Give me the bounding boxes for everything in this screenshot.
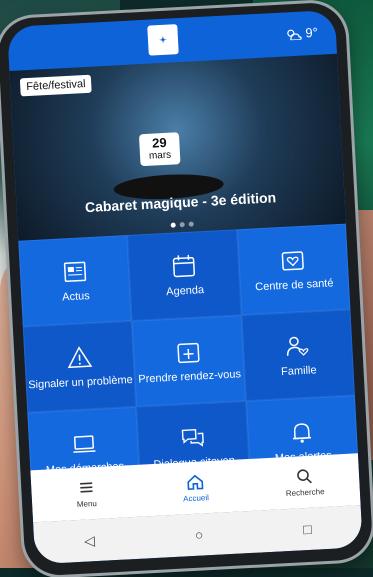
- appointment-icon: [175, 338, 202, 365]
- tile-label: Agenda: [166, 284, 205, 298]
- tile-label: Famille: [281, 364, 317, 378]
- event-date-badge: 29 mars: [139, 132, 181, 166]
- bell-icon: [288, 418, 315, 445]
- tile-label: Prendre rendez-vous: [138, 368, 241, 385]
- tile-actus[interactable]: Actus: [18, 235, 132, 327]
- recents-icon[interactable]: □: [303, 521, 312, 537]
- carousel-dot[interactable]: [179, 222, 184, 227]
- phone-screen: ✦ 9° Fête/festival 29 mars Cabaret magiq…: [7, 10, 363, 564]
- health-center-icon: [279, 247, 306, 274]
- tile-prendre-rendez-vous[interactable]: Prendre rendez-vous: [132, 315, 246, 407]
- temperature: 9°: [305, 25, 318, 41]
- tile-signaler-probleme[interactable]: Signaler un problème: [23, 321, 137, 413]
- laptop-icon: [70, 430, 97, 457]
- warning-icon: [66, 344, 93, 371]
- back-icon[interactable]: ◁: [84, 532, 96, 550]
- tile-label: Signaler un problème: [28, 374, 133, 391]
- partly-cloudy-icon: [285, 27, 302, 40]
- phone-frame: ✦ 9° Fête/festival 29 mars Cabaret magiq…: [0, 1, 373, 576]
- tile-label: Centre de santé: [255, 277, 334, 293]
- menu-icon: [77, 478, 96, 497]
- tile-famille[interactable]: Famille: [241, 309, 355, 401]
- tab-label: Recherche: [286, 487, 325, 498]
- app-logo[interactable]: ✦: [147, 24, 179, 56]
- tab-accueil[interactable]: Accueil: [140, 459, 252, 517]
- carousel-dot[interactable]: [170, 223, 175, 228]
- tile-agenda[interactable]: Agenda: [127, 229, 241, 321]
- tab-recherche[interactable]: Recherche: [249, 453, 361, 511]
- tab-label: Accueil: [183, 493, 209, 503]
- search-icon: [295, 467, 314, 486]
- home-nav-icon[interactable]: ○: [194, 526, 203, 542]
- event-date-month: mars: [140, 149, 181, 163]
- newspaper-icon: [61, 258, 88, 285]
- calendar-icon: [170, 252, 197, 279]
- weather-widget[interactable]: 9°: [285, 25, 318, 42]
- tile-label: Actus: [62, 290, 90, 303]
- event-category-badge: Fête/festival: [20, 75, 92, 97]
- event-carousel[interactable]: Fête/festival 29 mars Cabaret magique - …: [9, 54, 345, 241]
- tab-menu[interactable]: Menu: [30, 465, 142, 523]
- chat-icon: [179, 424, 206, 451]
- carousel-dot[interactable]: [188, 222, 193, 227]
- tile-centre-de-sante[interactable]: Centre de santé: [237, 224, 351, 316]
- home-icon: [186, 472, 205, 491]
- tab-label: Menu: [77, 499, 97, 509]
- family-icon: [284, 333, 311, 360]
